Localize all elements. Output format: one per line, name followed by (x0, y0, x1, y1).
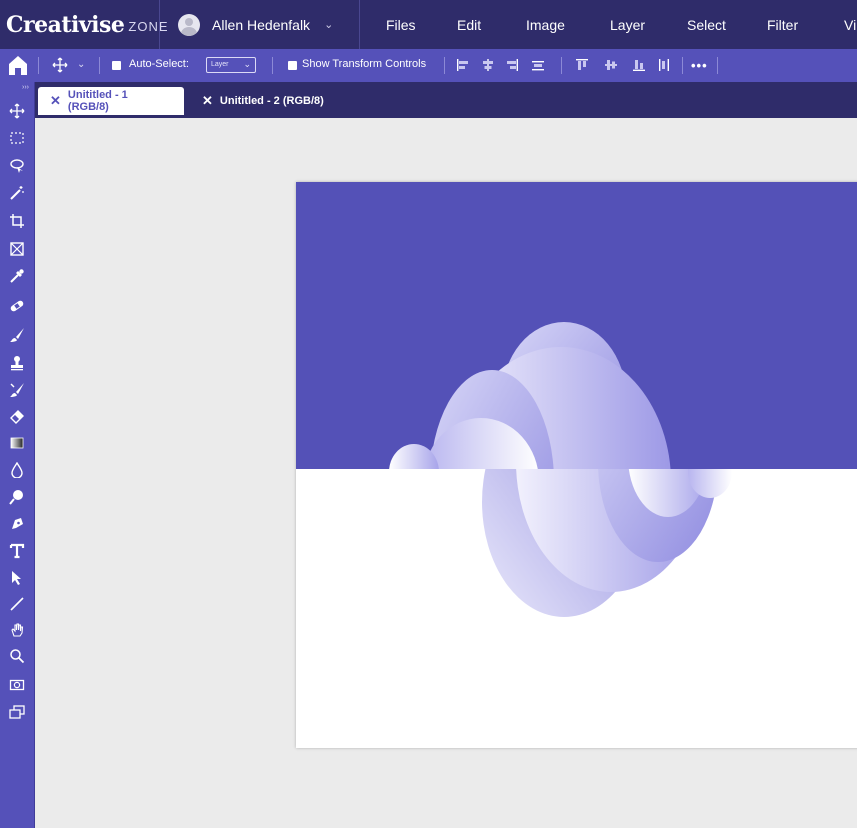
brand-name: Creativise (6, 11, 125, 38)
magic-wand-icon[interactable] (7, 184, 27, 202)
hand-tool-icon[interactable] (7, 621, 27, 639)
divider (272, 57, 273, 74)
dodge-tool-icon[interactable] (7, 488, 27, 506)
tab-label: Unititled - 1 (RGB/8) (67, 89, 128, 113)
tab-untitled-1[interactable]: ✕ Unititled - 1 (RGB/8) (38, 87, 184, 115)
distribute-vertical-icon[interactable] (657, 58, 671, 72)
history-brush-icon[interactable] (7, 381, 27, 399)
options-bar: ⌄ Auto-Select: Layer ⌄ Show Transform Co… (0, 49, 857, 82)
clone-stamp-icon[interactable] (7, 354, 27, 372)
zoom-tool-icon[interactable] (7, 647, 27, 665)
divider (717, 57, 718, 74)
gradient-tool-icon[interactable] (7, 434, 27, 452)
eyedropper-icon[interactable] (7, 267, 27, 285)
menu-image[interactable]: Image (526, 17, 565, 33)
auto-select-checkbox[interactable] (112, 61, 121, 70)
workspace[interactable] (36, 118, 857, 828)
blur-tool-icon[interactable] (7, 461, 27, 479)
user-menu[interactable]: Allen Hedenfalk ⌄ (160, 0, 360, 49)
screen-mode-icon[interactable] (7, 703, 27, 721)
divider (682, 57, 683, 74)
divider (38, 57, 39, 74)
close-icon[interactable]: ✕ (202, 93, 213, 109)
align-right-icon[interactable] (505, 58, 519, 72)
user-name: Allen Hedenfalk (212, 16, 311, 33)
divider (561, 57, 562, 74)
distribute-icon[interactable] (531, 58, 545, 72)
align-left-icon[interactable] (456, 58, 470, 72)
more-options-icon[interactable]: ••• (691, 58, 708, 73)
chevron-down-icon: ⌄ (243, 59, 251, 69)
move-icon[interactable] (52, 57, 68, 73)
crop-tool-icon[interactable] (7, 212, 27, 230)
align-center-horizontal-icon[interactable] (481, 58, 495, 72)
home-icon[interactable] (8, 54, 28, 76)
menu-select[interactable]: Select (687, 17, 726, 33)
auto-select-value: Layer (211, 61, 229, 68)
menu-files[interactable]: Files (386, 17, 416, 33)
quick-mask-icon[interactable] (7, 676, 27, 694)
divider (444, 57, 445, 74)
type-tool-icon[interactable] (7, 542, 27, 560)
menu-edit[interactable]: Edit (457, 17, 481, 33)
divider (99, 57, 100, 74)
brush-tool-icon[interactable] (7, 326, 27, 344)
move-tool-icon[interactable] (7, 102, 27, 120)
transform-controls-checkbox[interactable] (288, 61, 297, 70)
frame-tool-icon[interactable] (7, 240, 27, 258)
close-icon[interactable]: ✕ (50, 93, 61, 109)
app-logo: Creativise ZONE (0, 0, 168, 49)
lasso-tool-icon[interactable] (7, 157, 27, 175)
menu-divider (359, 0, 360, 49)
avatar (178, 13, 200, 36)
align-bottom-icon[interactable] (632, 58, 646, 72)
tools-panel: ››› (0, 82, 35, 828)
transform-controls-label: Show Transform Controls (302, 58, 427, 70)
marquee-tool-icon[interactable] (7, 129, 27, 147)
document-tabs: ✕ Unititled - 1 (RGB/8) ✕ Unititled - 2 … (35, 82, 857, 118)
menu-view[interactable]: Vi (844, 17, 856, 33)
tab-label: Unititled - 2 (RGB/8) (219, 95, 324, 107)
path-selection-icon[interactable] (7, 569, 27, 587)
align-middle-vertical-icon[interactable] (604, 58, 618, 72)
auto-select-label: Auto-Select: (129, 58, 189, 70)
align-top-icon[interactable] (575, 58, 589, 72)
pen-tool-icon[interactable] (7, 515, 27, 533)
menu-layer[interactable]: Layer (610, 17, 645, 33)
menu-filter[interactable]: Filter (767, 17, 798, 33)
eraser-icon[interactable] (7, 408, 27, 426)
tab-untitled-2[interactable]: ✕ Unititled - 2 (RGB/8) (190, 87, 338, 115)
canvas-artwork (296, 182, 857, 748)
document-canvas[interactable] (296, 182, 857, 748)
auto-select-dropdown[interactable]: Layer ⌄ (206, 57, 256, 73)
chevron-down-icon: ⌄ (324, 19, 334, 31)
menu-bar: Creativise ZONE Allen Hedenfalk ⌄ Files … (0, 0, 857, 49)
line-tool-icon[interactable] (7, 595, 27, 613)
chevron-down-icon[interactable]: ⌄ (77, 59, 85, 70)
collapse-toolbar-icon[interactable]: ››› (22, 84, 29, 91)
healing-brush-icon[interactable] (7, 297, 27, 315)
